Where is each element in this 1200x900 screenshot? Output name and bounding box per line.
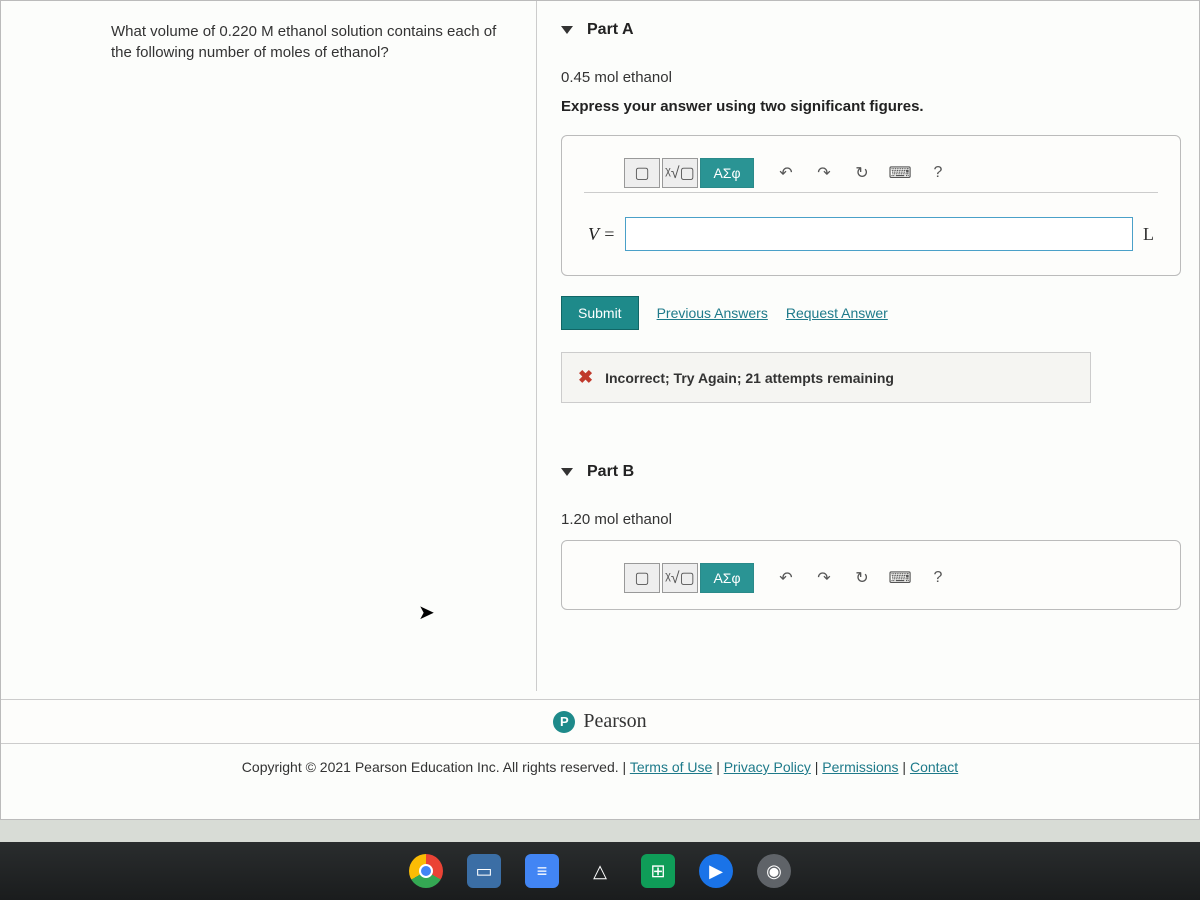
- meet-icon[interactable]: ▶: [699, 854, 733, 888]
- answer-box-b: ▢ ᵡ√▢ ΑΣφ ↶ ↷ ↻ ⌨ ?: [561, 540, 1181, 610]
- answer-box-a: ▢ ᵡ√▢ ΑΣφ ↶ ↷ ↻ ⌨ ? V = L: [561, 135, 1181, 276]
- part-b-title: Part B: [587, 463, 634, 481]
- request-answer-link[interactable]: Request Answer: [786, 305, 888, 321]
- part-a-prompt: 0.45 mol ethanol: [561, 69, 1181, 86]
- part-a-title: Part A: [587, 21, 634, 39]
- terms-link[interactable]: Terms of Use: [630, 759, 712, 775]
- redo-button[interactable]: ↷: [806, 158, 842, 188]
- copyright-text: Copyright © 2021 Pearson Education Inc. …: [242, 759, 619, 775]
- part-b-header[interactable]: Part B: [561, 463, 1181, 481]
- submit-button[interactable]: Submit: [561, 296, 639, 330]
- pearson-name: Pearson: [583, 710, 646, 733]
- copyright-line: Copyright © 2021 Pearson Education Inc. …: [1, 759, 1199, 775]
- sqrt-button[interactable]: ᵡ√▢: [662, 563, 698, 593]
- formula-toolbar-b: ▢ ᵡ√▢ ΑΣφ ↶ ↷ ↻ ⌨ ?: [584, 559, 1158, 597]
- unit-label: L: [1143, 224, 1154, 245]
- drive-icon[interactable]: △: [583, 854, 617, 888]
- contact-link[interactable]: Contact: [910, 759, 958, 775]
- part-b-prompt: 1.20 mol ethanol: [561, 511, 1181, 528]
- greek-button[interactable]: ΑΣφ: [700, 158, 754, 188]
- answer-input-a[interactable]: [625, 217, 1133, 251]
- part-a-instruction: Express your answer using two significan…: [561, 98, 1181, 115]
- feedback-text: Incorrect; Try Again; 21 attempts remain…: [605, 370, 894, 386]
- keyboard-button[interactable]: ⌨: [882, 563, 918, 593]
- sheets-icon[interactable]: ⊞: [641, 854, 675, 888]
- files-icon[interactable]: ▭: [467, 854, 501, 888]
- privacy-link[interactable]: Privacy Policy: [724, 759, 811, 775]
- greek-button[interactable]: ΑΣφ: [700, 563, 754, 593]
- part-a-header[interactable]: Part A: [561, 21, 1181, 39]
- undo-button[interactable]: ↶: [768, 158, 804, 188]
- chrome-icon[interactable]: [409, 854, 443, 888]
- keyboard-button[interactable]: ⌨: [882, 158, 918, 188]
- redo-button[interactable]: ↷: [806, 563, 842, 593]
- undo-button[interactable]: ↶: [768, 563, 804, 593]
- docs-icon[interactable]: ≡: [525, 854, 559, 888]
- reset-button[interactable]: ↻: [844, 158, 880, 188]
- permissions-link[interactable]: Permissions: [822, 759, 898, 775]
- pearson-brand: P Pearson: [1, 699, 1199, 744]
- formula-toolbar-a: ▢ ᵡ√▢ ΑΣφ ↶ ↷ ↻ ⌨ ?: [584, 154, 1158, 193]
- template-button[interactable]: ▢: [624, 158, 660, 188]
- taskbar: ▭ ≡ △ ⊞ ▶ ◉: [0, 842, 1200, 900]
- question-text: What volume of 0.220 M ethanol solution …: [111, 21, 511, 63]
- incorrect-icon: ✖: [578, 367, 593, 388]
- feedback-box: ✖ Incorrect; Try Again; 21 attempts rema…: [561, 352, 1091, 403]
- camera-icon[interactable]: ◉: [757, 854, 791, 888]
- template-button[interactable]: ▢: [624, 563, 660, 593]
- help-button[interactable]: ?: [920, 158, 956, 188]
- caret-down-icon: [561, 468, 573, 476]
- sqrt-button[interactable]: ᵡ√▢: [662, 158, 698, 188]
- pearson-logo-icon: P: [553, 711, 575, 733]
- reset-button[interactable]: ↻: [844, 563, 880, 593]
- help-button[interactable]: ?: [920, 563, 956, 593]
- variable-label: V =: [588, 224, 615, 245]
- caret-down-icon: [561, 26, 573, 34]
- previous-answers-link[interactable]: Previous Answers: [657, 305, 768, 321]
